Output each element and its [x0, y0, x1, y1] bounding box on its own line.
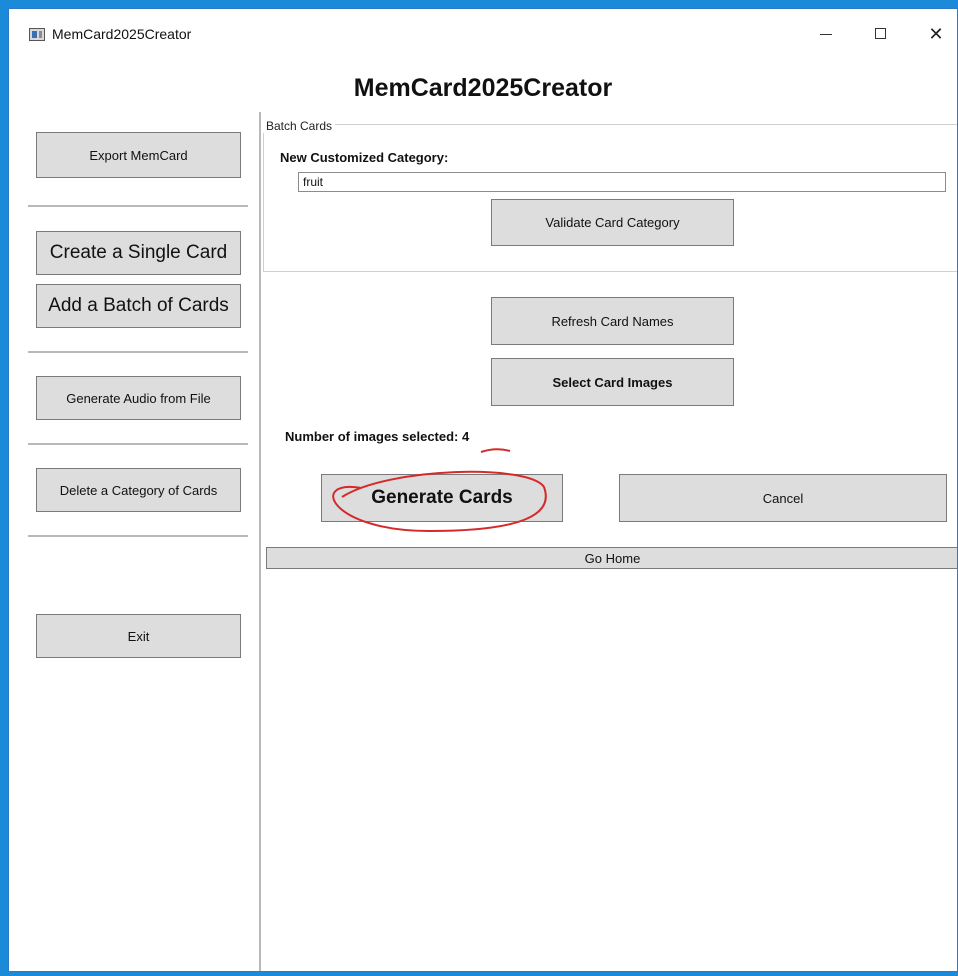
- images-selected-count: 4: [462, 429, 470, 444]
- minimize-icon: [820, 34, 832, 35]
- minimize-button[interactable]: [803, 19, 849, 49]
- sidebar-divider: [28, 535, 248, 537]
- batch-cards-group-title: Batch Cards: [263, 119, 336, 133]
- delete-category-button[interactable]: Delete a Category of Cards: [36, 468, 241, 512]
- validate-category-button[interactable]: Validate Card Category: [491, 199, 734, 246]
- generate-cards-button[interactable]: Generate Cards: [321, 474, 563, 522]
- category-input[interactable]: [298, 172, 946, 192]
- images-selected-text: Number of images selected:: [285, 429, 459, 444]
- title-bar: MemCard2025Creator ✕: [9, 9, 957, 55]
- maximize-icon: [875, 28, 886, 39]
- maximize-button[interactable]: [858, 19, 904, 49]
- exit-button[interactable]: Exit: [36, 614, 241, 658]
- page-title: MemCard2025Creator: [353, 74, 613, 102]
- close-button[interactable]: ✕: [913, 19, 957, 49]
- batch-cards-group: [263, 124, 957, 272]
- images-selected-label: Number of images selected: 4: [285, 429, 469, 444]
- sidebar-divider: [28, 205, 248, 207]
- create-single-card-button[interactable]: Create a Single Card: [36, 231, 241, 275]
- app-icon: [29, 28, 45, 41]
- export-memcard-button[interactable]: Export MemCard: [36, 132, 241, 178]
- generate-audio-button[interactable]: Generate Audio from File: [36, 376, 241, 420]
- sidebar-divider: [28, 351, 248, 353]
- window-title: MemCard2025Creator: [52, 26, 192, 42]
- category-label: New Customized Category:: [280, 150, 449, 165]
- cancel-button[interactable]: Cancel: [619, 474, 947, 522]
- select-card-images-button[interactable]: Select Card Images: [491, 358, 734, 406]
- close-icon: ✕: [928, 24, 944, 44]
- annotation-underline: [480, 448, 511, 453]
- sidebar-separator: [259, 112, 261, 971]
- refresh-card-names-button[interactable]: Refresh Card Names: [491, 297, 734, 345]
- app-window: MemCard2025Creator ✕ MemCard2025Creator …: [8, 8, 958, 972]
- add-batch-cards-button[interactable]: Add a Batch of Cards: [36, 284, 241, 328]
- sidebar: Export MemCard Create a Single Card Add …: [9, 104, 259, 971]
- sidebar-divider: [28, 443, 248, 445]
- go-home-button[interactable]: Go Home: [266, 547, 957, 569]
